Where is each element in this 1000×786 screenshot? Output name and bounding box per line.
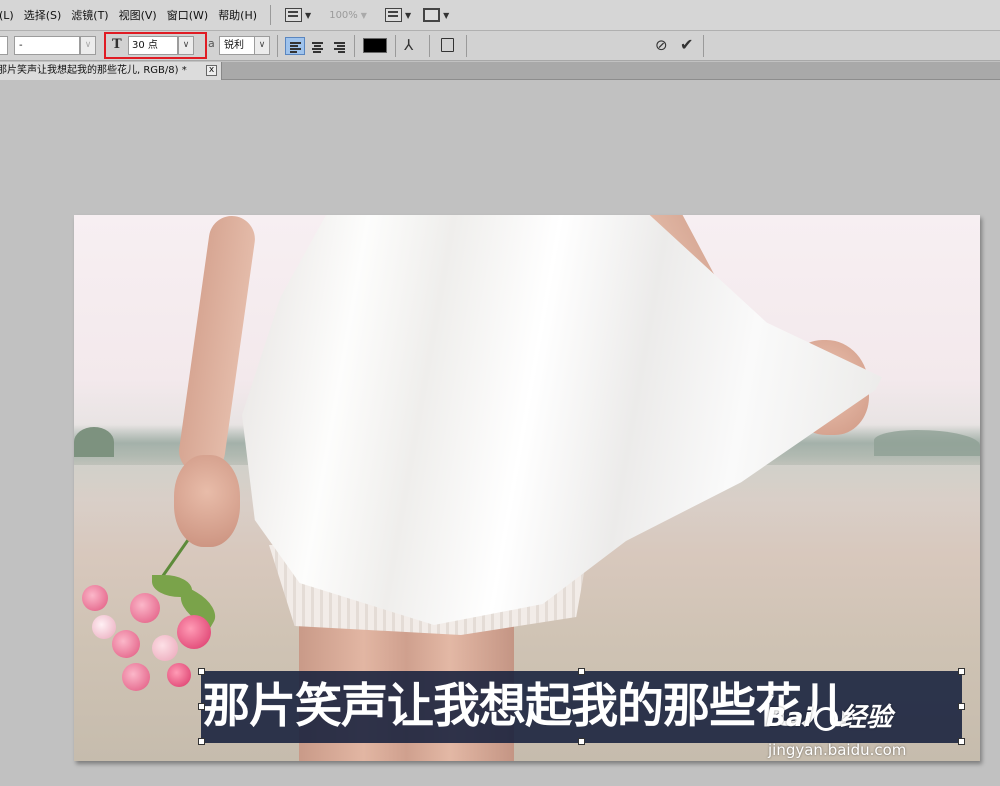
screen-mode-button[interactable]: ▼ xyxy=(423,8,449,22)
screen-layout-button[interactable]: ▼ xyxy=(285,8,311,22)
menu-window[interactable]: 窗口(W) xyxy=(162,7,213,23)
align-left-button[interactable] xyxy=(285,37,305,55)
warp-text-icon[interactable]: ⅄ xyxy=(404,36,413,54)
menu-separator xyxy=(270,5,272,25)
transform-handle-top-center[interactable] xyxy=(578,668,585,675)
caret-down-icon: ▼ xyxy=(404,10,412,20)
commit-edit-icon[interactable]: ✔ xyxy=(680,35,693,54)
screen-mode-icon xyxy=(423,8,441,22)
menu-bar: (L) 选择(S) 滤镜(T) 视图(V) 窗口(W) 帮助(H) ▼ 100%… xyxy=(0,0,1000,31)
options-separator xyxy=(395,35,396,57)
caret-down-icon: ▼ xyxy=(360,10,367,20)
options-separator xyxy=(354,35,355,57)
watermark-logo-left: Bai xyxy=(766,703,813,733)
document-tab-title: 那片笑声让我想起我的那些花儿, RGB/8) * xyxy=(0,65,187,76)
transform-handle-top-left[interactable] xyxy=(198,668,205,675)
document-tab-bar: 那片笑声让我想起我的那些花儿, RGB/8) * x xyxy=(0,62,1000,80)
film-strip-icon xyxy=(285,8,303,22)
antialias-dropdown-arrow[interactable]: ∨ xyxy=(254,36,270,55)
paw-icon xyxy=(814,706,839,731)
transform-handle-middle-right[interactable] xyxy=(958,703,965,710)
zoom-level-dropdown[interactable]: 100% ▼ xyxy=(329,10,367,21)
menu-view[interactable]: 视图(V) xyxy=(114,7,162,23)
arrange-grid-icon xyxy=(384,8,402,22)
font-style-field[interactable]: - xyxy=(14,36,80,55)
font-style-dropdown-arrow[interactable]: ∨ xyxy=(80,36,96,55)
zoom-level-value: 100% xyxy=(329,9,358,21)
options-separator xyxy=(429,35,430,57)
baidu-jingyan-watermark: Bai 经验 jingyan.baidu.com xyxy=(766,695,956,765)
character-panel-icon[interactable] xyxy=(441,38,454,52)
watermark-logo-right: 经验 xyxy=(840,703,893,733)
transform-handle-middle-left[interactable] xyxy=(198,703,205,710)
watermark-logo: Bai 经验 xyxy=(766,697,892,734)
cancel-edit-icon[interactable]: ⊘ xyxy=(655,36,668,54)
menu-filter[interactable]: 滤镜(T) xyxy=(66,7,113,23)
font-size-highlight-box xyxy=(104,32,207,59)
transform-handle-bottom-right[interactable] xyxy=(958,738,965,745)
arrange-documents-button[interactable]: ▼ xyxy=(384,8,412,22)
align-center-button[interactable] xyxy=(307,37,327,55)
options-separator xyxy=(466,35,467,57)
menu-help[interactable]: 帮助(H) xyxy=(213,7,262,23)
align-right-button[interactable] xyxy=(329,37,349,55)
background-tree xyxy=(74,427,114,457)
close-icon[interactable]: x xyxy=(206,65,217,76)
watermark-url: jingyan.baidu.com xyxy=(768,741,907,759)
transform-handle-top-right[interactable] xyxy=(958,668,965,675)
text-color-swatch[interactable] xyxy=(363,38,387,53)
antialias-field[interactable]: 锐利 xyxy=(219,36,255,55)
menu-select[interactable]: 选择(S) xyxy=(19,7,67,23)
transform-handle-bottom-center[interactable] xyxy=(578,738,585,745)
antialias-icon: a xyxy=(208,37,215,50)
caret-down-icon: ▼ xyxy=(305,10,312,20)
transform-handle-bottom-left[interactable] xyxy=(198,738,205,745)
options-separator xyxy=(277,35,278,57)
menu-layer[interactable]: (L) xyxy=(0,9,19,22)
photo-left-hand xyxy=(174,455,240,547)
caret-down-icon: ▼ xyxy=(443,10,450,20)
options-separator xyxy=(703,35,704,57)
photo-white-dress xyxy=(242,215,882,625)
font-family-field[interactable] xyxy=(0,36,8,55)
document-tab[interactable]: 那片笑声让我想起我的那些花儿, RGB/8) * xyxy=(0,62,222,80)
